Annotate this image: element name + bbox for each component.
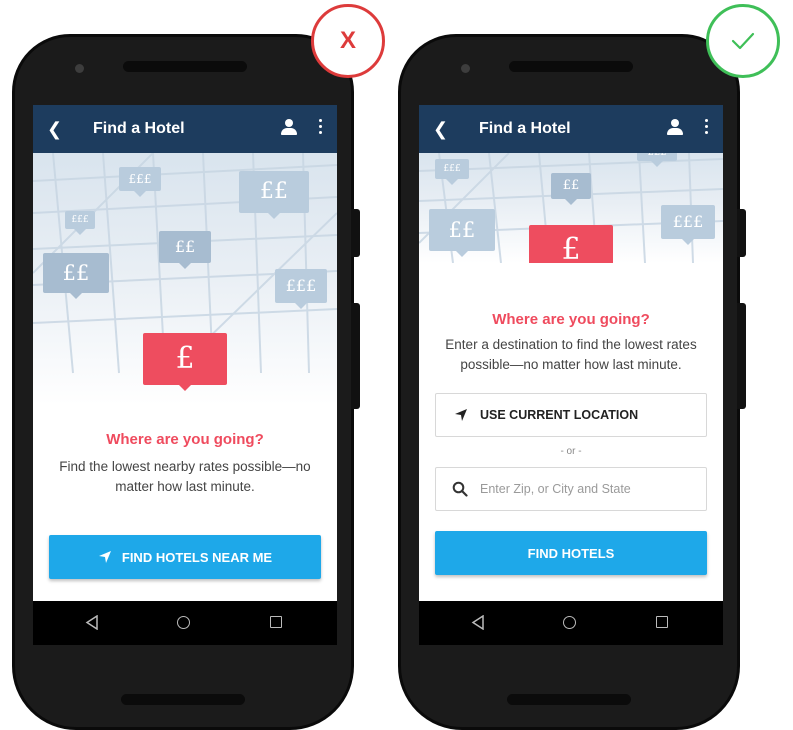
- nav-recents-icon[interactable]: [656, 616, 668, 628]
- system-nav-bar: [419, 601, 723, 645]
- price-marker-highlight: £: [529, 225, 613, 263]
- section-heading: Where are you going?: [492, 311, 650, 328]
- price-marker: ££: [239, 171, 309, 219]
- nav-back-icon[interactable]: [471, 615, 485, 630]
- search-icon: [452, 481, 468, 497]
- bad-example-badge: X: [311, 4, 385, 78]
- good-example-badge: [706, 4, 780, 78]
- volume-button: [737, 209, 746, 257]
- speaker-grille: [509, 61, 633, 72]
- price-marker: ££: [43, 253, 109, 299]
- app-bar: ❮ Find a Hotel: [419, 105, 723, 153]
- phone-mockup-good: ❮ Find a Hotel £££ £££ ££ ££ £££ £ Where…: [398, 34, 746, 730]
- section-heading: Where are you going?: [106, 431, 264, 448]
- bottom-speaker: [121, 694, 245, 705]
- search-placeholder: Enter Zip, or City and State: [480, 482, 631, 496]
- more-options-icon[interactable]: [319, 119, 323, 135]
- app-screen: ❮ Find a Hotel £££ £££ ££ ££ £££ £ Where…: [419, 105, 723, 645]
- or-separator: - or -: [560, 446, 582, 457]
- phone-mockup-bad: ❮ Find a Hotel £££ £££ ££ ££ ££ £££ £ Wh…: [12, 34, 360, 730]
- button-label: FIND HOTELS NEAR ME: [121, 549, 273, 565]
- front-camera: [75, 64, 84, 73]
- app-bar: ❮ Find a Hotel: [33, 105, 337, 153]
- button-label: USE CURRENT LOCATION: [480, 408, 639, 422]
- system-nav-bar: [33, 601, 337, 645]
- back-icon[interactable]: ❮: [47, 118, 62, 140]
- price-marker: £££: [65, 211, 95, 235]
- find-hotels-button[interactable]: FIND HOTELS: [435, 531, 707, 575]
- app-title: Find a Hotel: [479, 120, 571, 137]
- front-camera: [461, 64, 470, 73]
- profile-icon[interactable]: [667, 119, 683, 137]
- section-description: Enter a destination to find the lowest r…: [445, 337, 697, 372]
- speaker-grille: [123, 61, 247, 72]
- navigation-arrow-icon: [455, 409, 467, 421]
- back-icon[interactable]: ❮: [433, 118, 448, 140]
- price-marker: ££: [159, 231, 211, 269]
- use-current-location-button[interactable]: USE CURRENT LOCATION: [435, 393, 707, 437]
- price-marker-highlight: £: [143, 333, 227, 391]
- power-button: [351, 303, 360, 409]
- app-title: Find a Hotel: [93, 120, 185, 137]
- section-description: Find the lowest nearby rates possible—no…: [59, 459, 311, 494]
- find-hotels-near-me-button[interactable]: FIND HOTELS NEAR ME: [49, 535, 321, 579]
- price-marker: ££: [551, 173, 591, 205]
- price-marker: £££: [435, 159, 469, 185]
- map-illustration: £££ £££ ££ ££ ££ £££ £: [33, 153, 337, 405]
- nav-home-icon[interactable]: [177, 616, 190, 629]
- nav-recents-icon[interactable]: [270, 616, 282, 628]
- search-field[interactable]: Enter Zip, or City and State: [435, 467, 707, 511]
- more-options-icon[interactable]: [705, 119, 709, 135]
- price-marker: ££: [429, 209, 495, 257]
- price-marker: £££: [119, 167, 161, 197]
- power-button: [737, 303, 746, 409]
- map-illustration: £££ £££ ££ ££ £££ £: [419, 153, 723, 263]
- navigation-arrow-icon: [98, 551, 111, 563]
- nav-back-icon[interactable]: [85, 615, 99, 630]
- price-marker: £££: [661, 205, 715, 245]
- price-marker: £££: [275, 269, 327, 309]
- profile-icon[interactable]: [281, 119, 297, 137]
- volume-button: [351, 209, 360, 257]
- app-screen: ❮ Find a Hotel £££ £££ ££ ££ ££ £££ £ Wh…: [33, 105, 337, 645]
- price-marker: £££: [637, 153, 677, 167]
- check-icon: [731, 32, 755, 50]
- nav-home-icon[interactable]: [563, 616, 576, 629]
- bottom-speaker: [507, 694, 631, 705]
- button-label: FIND HOTELS: [527, 545, 615, 561]
- x-icon: X: [339, 27, 356, 54]
